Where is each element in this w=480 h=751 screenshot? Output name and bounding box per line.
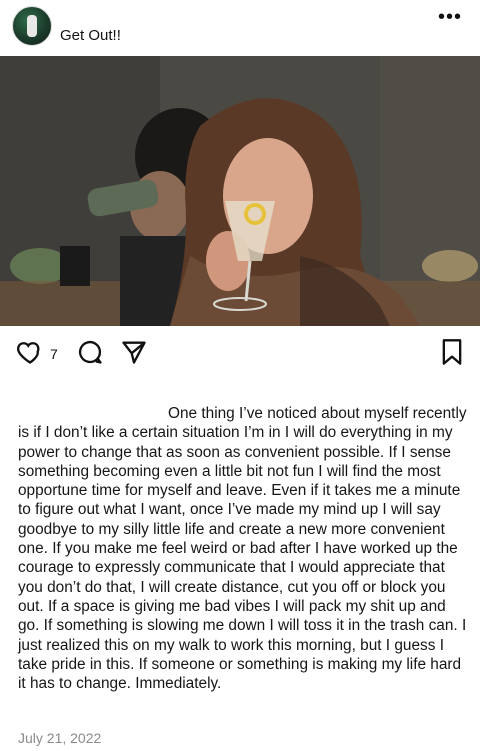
post-caption: One thing I’ve noticed about myself rece… <box>18 405 467 693</box>
comment-icon[interactable] <box>76 338 104 371</box>
photo-illustration <box>0 56 480 326</box>
post-header: Get Out!! ••• <box>0 0 480 56</box>
username[interactable]: Get Out!! <box>60 27 121 44</box>
post-photo[interactable] <box>0 56 480 326</box>
avatar[interactable] <box>12 6 52 46</box>
share-icon[interactable] <box>120 338 148 371</box>
action-bar <box>0 338 480 370</box>
like-count[interactable]: 7 <box>50 346 58 362</box>
like-icon[interactable] <box>16 338 44 371</box>
more-options-icon[interactable]: ••• <box>438 7 462 27</box>
post-date: July 21, 2022 <box>18 730 102 746</box>
bookmark-icon[interactable] <box>440 338 464 371</box>
